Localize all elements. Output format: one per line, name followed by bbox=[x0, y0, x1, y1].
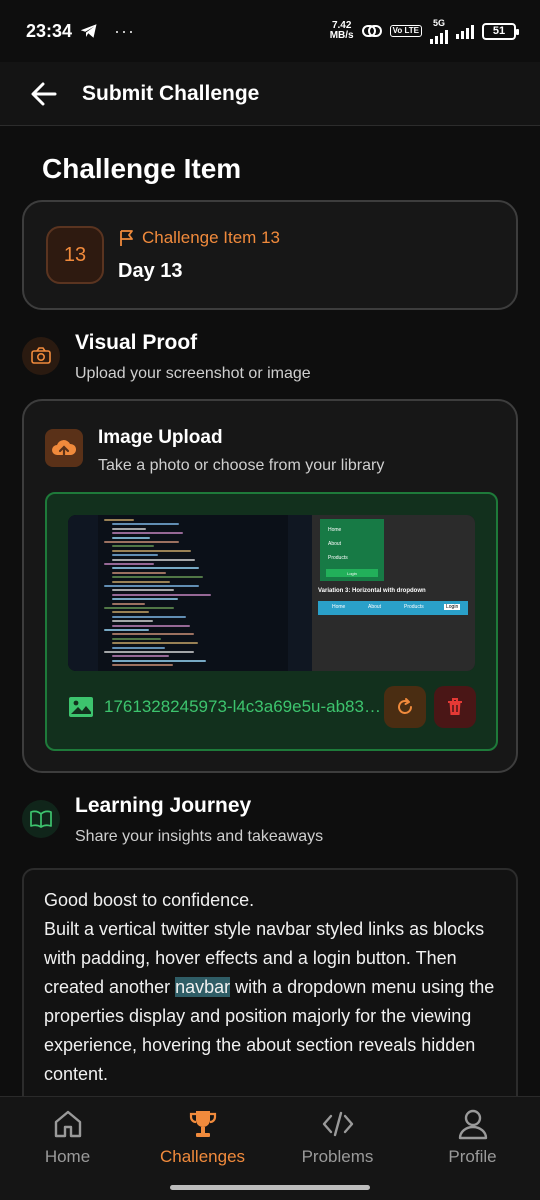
code-line bbox=[104, 629, 149, 631]
code-line bbox=[112, 646, 165, 649]
challenge-item-tag: Challenge Item 13 bbox=[118, 228, 280, 248]
code-line bbox=[104, 541, 179, 543]
nav-problems[interactable]: Problems bbox=[270, 1107, 405, 1169]
file-name: 1761328245973-l4c3a69e5u-ab83… bbox=[104, 697, 381, 716]
volte-badge: Vo LTE bbox=[389, 25, 422, 37]
code-line bbox=[112, 624, 190, 627]
variation-label: Variation 3: Horizontal with dropdown bbox=[318, 588, 426, 594]
learning-journey-subtitle: Share your insights and takeaways bbox=[75, 828, 324, 845]
visual-proof-subtitle: Upload your screenshot or image bbox=[75, 365, 311, 382]
camera-icon bbox=[22, 337, 60, 375]
code-line bbox=[104, 519, 134, 521]
nav-challenges[interactable]: Challenges bbox=[135, 1107, 270, 1169]
page-title: Challenge Item bbox=[42, 153, 242, 184]
code-line bbox=[112, 611, 149, 614]
code-line bbox=[112, 558, 195, 561]
code-line bbox=[104, 585, 199, 587]
visual-proof-section: Visual Proof Upload your screenshot or i… bbox=[22, 331, 518, 391]
screenshot-thumbnail[interactable]: Home About Products Login Variation 3: H… bbox=[68, 515, 475, 671]
browser-preview-pane: Home About Products Login Variation 3: H… bbox=[312, 515, 475, 671]
cloud-upload-icon bbox=[45, 429, 83, 467]
refresh-icon bbox=[398, 698, 412, 714]
status-time: 23:34 bbox=[26, 20, 73, 41]
trophy-icon bbox=[187, 1107, 219, 1141]
challenge-day-label: Day 13 bbox=[118, 260, 183, 282]
home-icon bbox=[52, 1107, 84, 1141]
bottom-navigation: Home Challenges Problems Profile bbox=[0, 1096, 540, 1200]
visual-proof-title: Visual Proof bbox=[75, 331, 198, 354]
code-line bbox=[104, 607, 174, 609]
code-line bbox=[112, 580, 170, 583]
code-line bbox=[112, 523, 179, 526]
code-line bbox=[112, 527, 146, 530]
code-line bbox=[112, 615, 186, 618]
replace-image-button[interactable] bbox=[384, 686, 426, 728]
horizontal-navbar-preview: Home About Products Login bbox=[318, 601, 468, 615]
code-line bbox=[112, 536, 150, 539]
status-bar: 23:34 ··· 7.42 MB/s Vo LTE 5G 51 bbox=[0, 0, 540, 62]
flag-icon bbox=[120, 230, 133, 246]
code-line bbox=[112, 567, 199, 570]
code-line bbox=[104, 651, 194, 653]
code-line bbox=[112, 571, 166, 574]
code-line bbox=[112, 532, 183, 535]
delete-image-button[interactable] bbox=[434, 686, 476, 728]
vertical-navbar-preview: Home About Products Login bbox=[320, 519, 384, 581]
code-line bbox=[112, 620, 153, 623]
content-scroll[interactable]: Challenge Item 13 Challenge Item 13 Day … bbox=[0, 127, 540, 1096]
code-line bbox=[112, 642, 198, 645]
telegram-icon bbox=[80, 24, 97, 38]
learning-journey-textarea[interactable]: Good boost to confidence. Built a vertic… bbox=[22, 868, 518, 1096]
code-line bbox=[112, 589, 174, 592]
arrow-left-icon bbox=[31, 82, 57, 105]
person-icon bbox=[457, 1107, 489, 1141]
code-line bbox=[112, 655, 169, 658]
image-upload-subtitle: Take a photo or choose from your library bbox=[98, 457, 385, 474]
day-number-badge: 13 bbox=[46, 226, 104, 284]
app-title: Submit Challenge bbox=[82, 81, 260, 105]
trash-icon bbox=[448, 698, 462, 715]
app-bar: Submit Challenge bbox=[0, 62, 540, 126]
code-line bbox=[112, 659, 206, 662]
image-upload-title: Image Upload bbox=[98, 427, 223, 448]
nav-home[interactable]: Home bbox=[0, 1107, 135, 1169]
code-editor-pane bbox=[68, 515, 312, 671]
signal-2-icon bbox=[456, 23, 474, 39]
challenge-item-card: 13 Challenge Item 13 Day 13 bbox=[22, 200, 518, 310]
code-line bbox=[112, 545, 154, 548]
learning-journey-title: Learning Journey bbox=[75, 794, 252, 817]
selected-word: navbar bbox=[175, 977, 231, 997]
home-indicator[interactable] bbox=[170, 1185, 370, 1190]
back-button[interactable] bbox=[22, 72, 66, 116]
uploaded-image-preview: Home About Products Login Variation 3: H… bbox=[45, 492, 498, 751]
nav-profile[interactable]: Profile bbox=[405, 1107, 540, 1169]
learning-journey-section: Learning Journey Share your insights and… bbox=[22, 794, 518, 854]
more-notifications-icon: ··· bbox=[114, 20, 136, 41]
code-line bbox=[112, 637, 161, 640]
code-line bbox=[112, 554, 158, 557]
code-line bbox=[112, 598, 178, 601]
code-line bbox=[112, 576, 203, 579]
code-line bbox=[112, 602, 145, 605]
code-line bbox=[104, 563, 154, 565]
code-line bbox=[112, 664, 173, 667]
code-line bbox=[112, 549, 191, 552]
net-speed: 7.42 MB/s bbox=[329, 20, 354, 41]
code-icon bbox=[321, 1107, 355, 1141]
code-line bbox=[112, 633, 194, 636]
signal-1: 5G bbox=[430, 18, 448, 44]
code-line bbox=[112, 593, 211, 596]
hotspot-icon bbox=[361, 25, 382, 37]
book-open-icon bbox=[22, 800, 60, 838]
file-row: 1761328245973-l4c3a69e5u-ab83… bbox=[68, 686, 478, 728]
image-upload-card: Image Upload Take a photo or choose from… bbox=[22, 399, 518, 773]
image-file-icon bbox=[68, 694, 94, 720]
battery-icon: 51 bbox=[482, 22, 519, 40]
